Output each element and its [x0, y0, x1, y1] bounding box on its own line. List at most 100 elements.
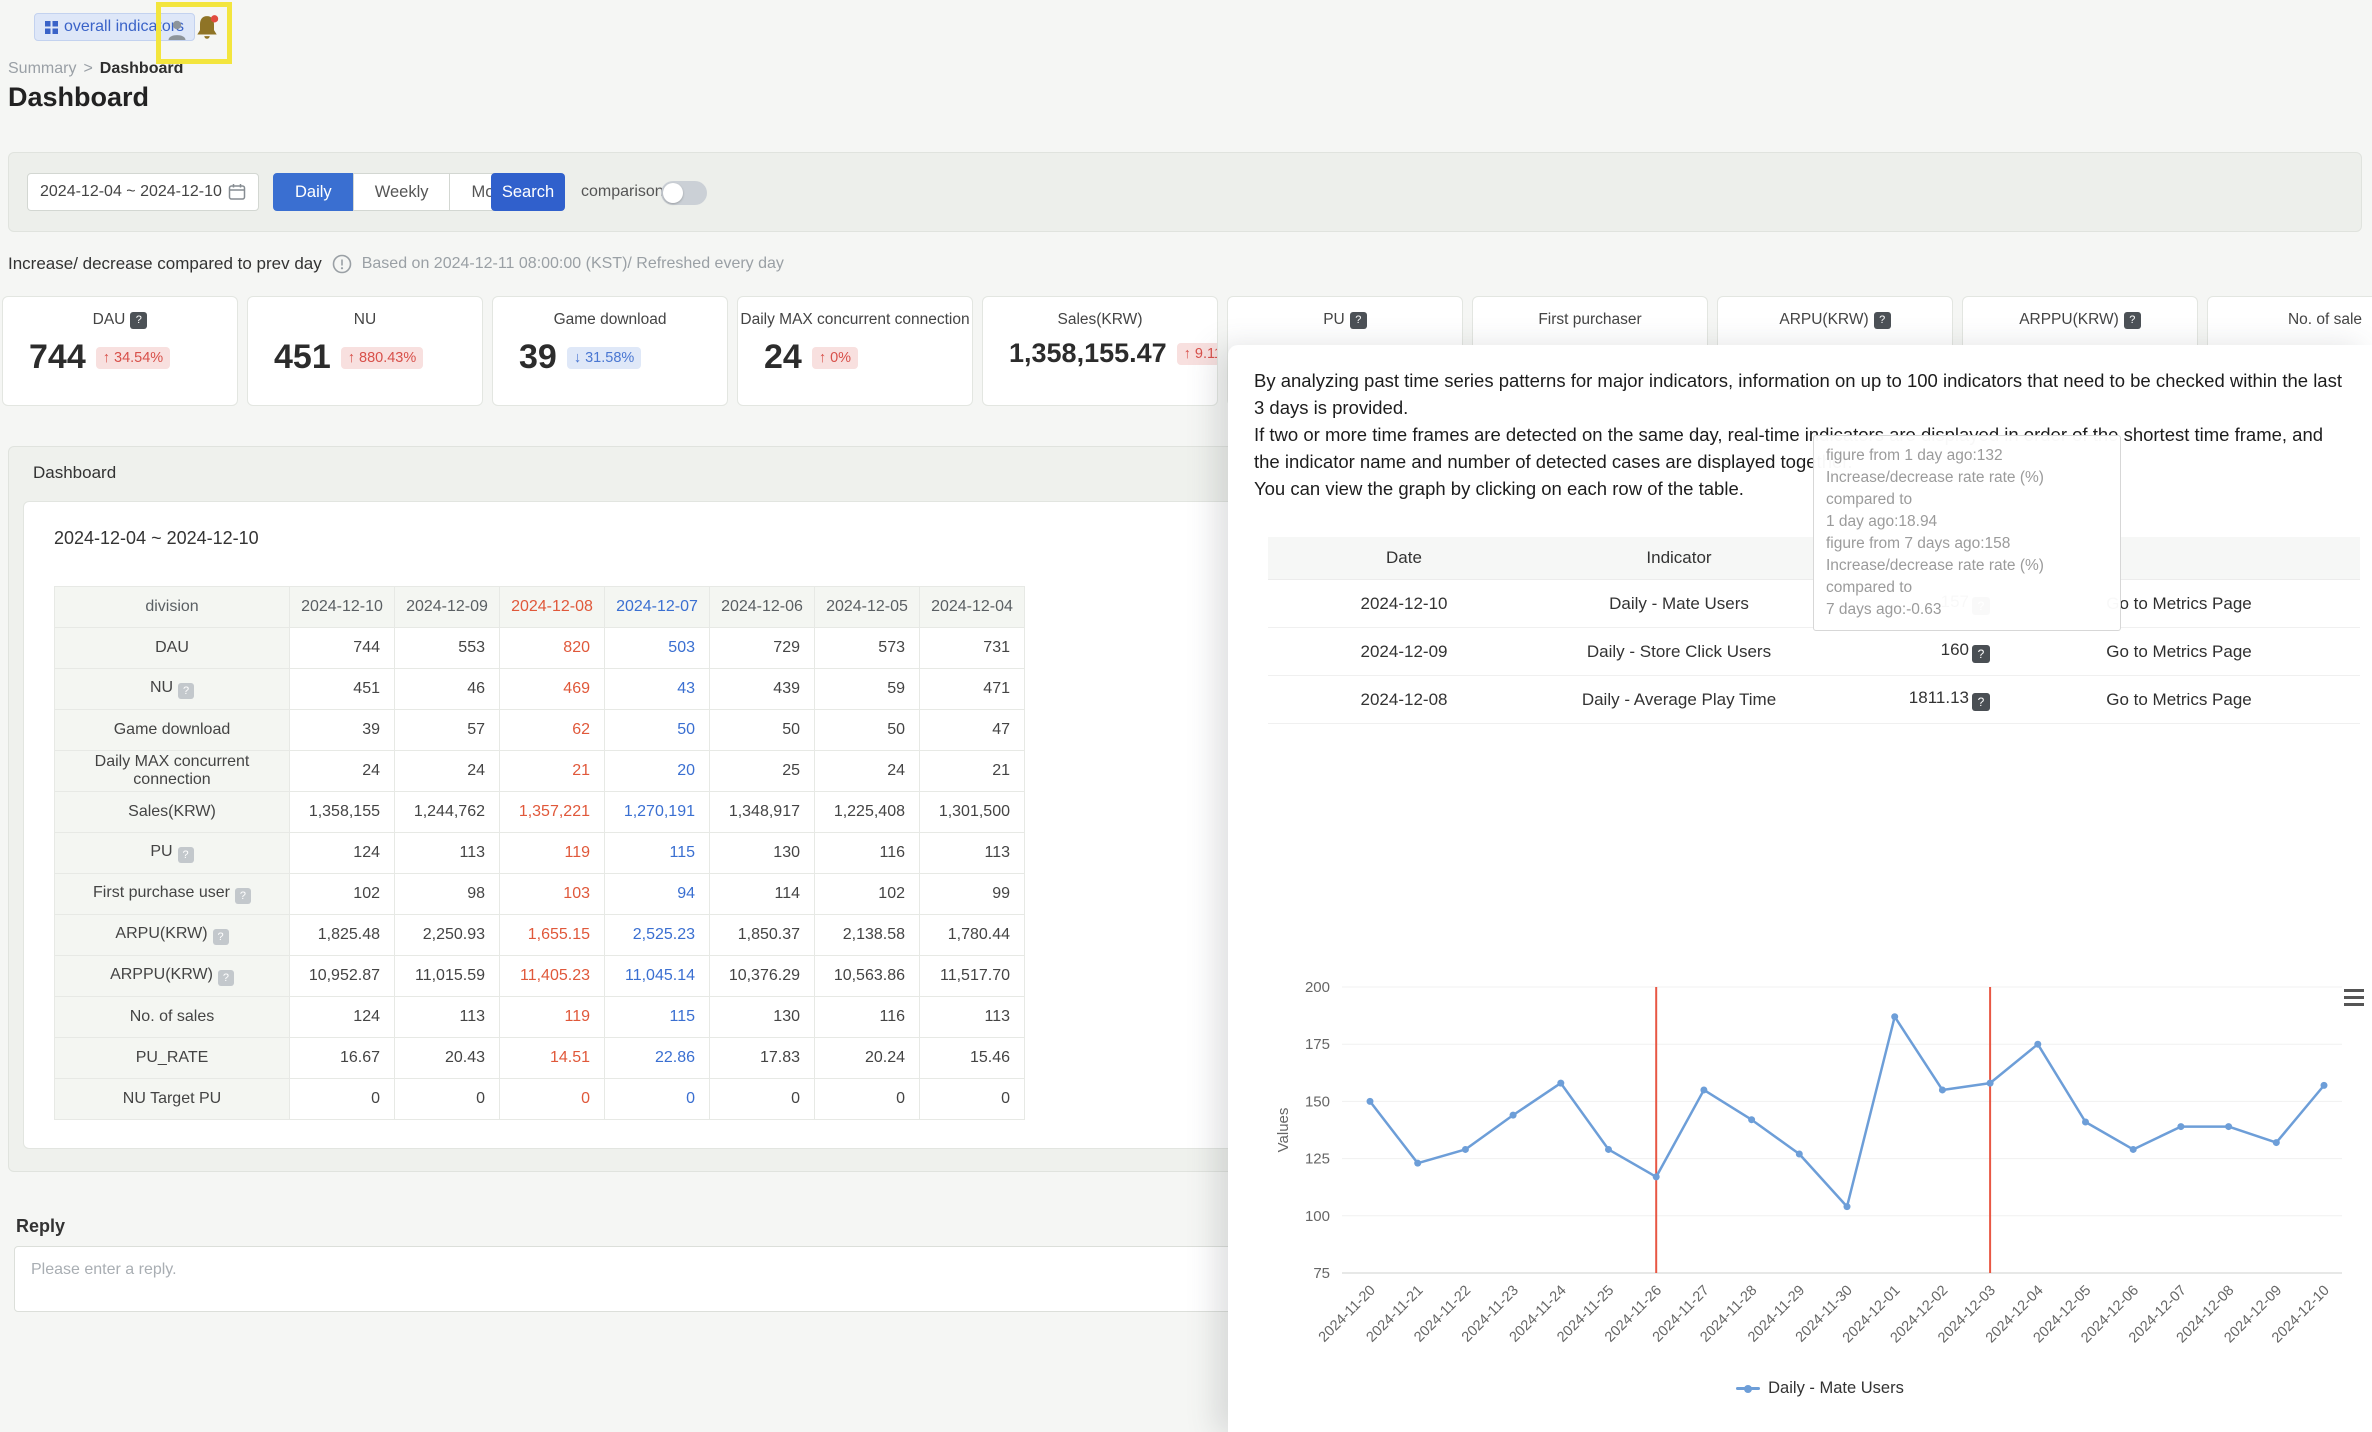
period-weekly-button[interactable]: Weekly	[352, 173, 451, 211]
breadcrumb-summary[interactable]: Summary	[8, 60, 76, 78]
dashboard-page: overall indicators Summary > Dashboard D…	[0, 0, 2372, 1432]
row-label: ARPPU(KRW)?	[54, 955, 290, 997]
kpi-value-row: 24 ↑ 0%	[764, 338, 972, 377]
cell: 20.24	[814, 1037, 920, 1079]
cell: 22.86	[604, 1037, 710, 1079]
period-daily-button[interactable]: Daily	[273, 173, 354, 211]
cell: 439	[709, 668, 815, 710]
anomaly-indicator: Daily - Mate Users	[1540, 579, 1818, 628]
date-range-value: 2024-12-04 ~ 2024-12-10	[40, 183, 222, 200]
help-icon[interactable]: ?	[2123, 311, 2141, 329]
cell: 113	[919, 832, 1025, 874]
cell: 119	[499, 832, 605, 874]
svg-text:150: 150	[1305, 1093, 1330, 1110]
kpi-value-row: 1,358,155.47 ↑ 9.11%	[1009, 338, 1217, 369]
svg-text:175: 175	[1305, 1036, 1330, 1053]
cell: 1,270,191	[604, 791, 710, 833]
anomaly-row[interactable]: 2024-12-09 Daily - Store Click Users 160? G…	[1268, 627, 2360, 676]
help-icon[interactable]: ?	[234, 888, 251, 904]
kpi-label-text: No. of sale	[2287, 311, 2363, 328]
kpi-value-row: 451 ↑ 880.43%	[274, 338, 482, 377]
help-icon[interactable]: ?	[130, 311, 148, 329]
help-icon[interactable]: ?	[1873, 311, 1891, 329]
summary-col-2024-12-10: 2024-12-10	[289, 586, 395, 628]
cell: 1,850.37	[709, 914, 815, 956]
kpi-delta-badge: ↑ 34.54%	[95, 346, 171, 369]
cell: 98	[394, 873, 500, 915]
kpi-value-row: 39 ↓ 31.58%	[519, 338, 727, 377]
row-label: No. of sales	[54, 996, 290, 1038]
row-label: Sales(KRW)	[54, 791, 290, 833]
calendar-icon[interactable]	[228, 183, 246, 201]
svg-text:75: 75	[1313, 1265, 1330, 1282]
kpi-value: 744	[29, 338, 86, 376]
search-button[interactable]: Search	[491, 173, 565, 211]
kpi-label-text: NU	[353, 311, 377, 328]
go-to-metrics-link[interactable]: Go to Metrics Page	[1998, 627, 2360, 676]
cell: 2,525.23	[604, 914, 710, 956]
cell: 25	[709, 750, 815, 792]
svg-text:Values: Values	[1275, 1108, 1292, 1153]
cell: 0	[814, 1078, 920, 1120]
row-label: Game download	[54, 709, 290, 751]
kpi-delta-badge: ↑ 0%	[811, 346, 859, 369]
cell: 50	[709, 709, 815, 751]
help-icon[interactable]: ?	[1349, 311, 1367, 329]
cell: 1,825.48	[289, 914, 395, 956]
kpi-label-text: PU	[1323, 311, 1345, 328]
kpi-card-nu: NU 451 ↑ 880.43%	[247, 296, 483, 406]
summary-row-pu: PU? 124 113 119 115 130 116 113	[54, 832, 1025, 874]
cell: 43	[604, 668, 710, 710]
kpi-label-text: Daily MAX concurrent connection	[740, 311, 970, 328]
svg-text:125: 125	[1305, 1151, 1330, 1168]
tooltip-line: 1 day ago:18.94	[1826, 513, 1938, 530]
go-to-metrics-link[interactable]: Go to Metrics Page	[1998, 675, 2360, 724]
summary-row-nu-target-pu: NU Target PU 0 0 0 0 0 0 0	[54, 1078, 1025, 1120]
line-chart[interactable]: 75100125150175200Values2024-11-202024-11…	[1272, 973, 2368, 1358]
row-label: DAU	[54, 627, 290, 669]
cell: 47	[919, 709, 1025, 751]
help-icon[interactable]: ?	[1972, 693, 1990, 711]
chart-menu-icon[interactable]	[2344, 989, 2364, 1006]
help-icon[interactable]: ?	[177, 847, 194, 863]
comparison-toggle[interactable]	[661, 181, 707, 205]
reply-placeholder: Please enter a reply.	[31, 1261, 177, 1278]
help-icon[interactable]: ?	[178, 683, 195, 699]
kpi-label-text: DAU	[92, 311, 126, 328]
section-title: Dashboard	[33, 463, 117, 482]
summary-col-2024-12-08: 2024-12-08	[499, 586, 605, 628]
anomaly-value: 1811.13?	[1818, 675, 1998, 724]
kpi-label-text: ARPU(KRW)	[1779, 311, 1869, 328]
tooltip-line: 7 days ago:-0.63	[1826, 601, 1942, 618]
cell: 24	[814, 750, 920, 792]
cell: 24	[394, 750, 500, 792]
kpi-label: No. of sale	[2208, 311, 2372, 329]
cell: 744	[289, 627, 395, 669]
chart-legend[interactable]: Daily - Mate Users	[1272, 1379, 2368, 1398]
help-icon[interactable]: ?	[1972, 645, 1990, 663]
summary-row-nu: NU? 451 46 469 43 439 59 471	[54, 668, 1025, 710]
date-range-input[interactable]: 2024-12-04 ~ 2024-12-10	[27, 173, 259, 211]
summary-row-pu-rate: PU_RATE 16.67 20.43 14.51 22.86 17.83 20.24 15.…	[54, 1037, 1025, 1079]
anomaly-row[interactable]: 2024-12-08 Daily - Average Play Time 1811.…	[1268, 675, 2360, 724]
summary-col-2024-12-06: 2024-12-06	[709, 586, 815, 628]
help-icon[interactable]: ?	[217, 970, 234, 986]
cell: 729	[709, 627, 815, 669]
anomaly-indicator: Daily - Store Click Users	[1540, 627, 1818, 676]
cell: 113	[394, 832, 500, 874]
summary-row-arppu-krw: ARPPU(KRW)? 10,952.87 11,015.59 11,405.23 11…	[54, 955, 1025, 997]
help-icon[interactable]: ?	[212, 929, 229, 945]
kpi-value: 24	[764, 338, 802, 376]
anomaly-panel: By analyzing past time series patterns f…	[1228, 345, 2372, 1432]
row-label: PU_RATE	[54, 1037, 290, 1079]
kpi-label-text: Sales(KRW)	[1057, 311, 1143, 328]
info-icon[interactable]	[332, 254, 352, 274]
cell: 103	[499, 873, 605, 915]
breadcrumb-separator-icon: >	[83, 60, 93, 77]
kpi-card-dau: DAU? 744 ↑ 34.54%	[2, 296, 238, 406]
anomaly-date: 2024-12-09	[1268, 627, 1540, 676]
cell: 1,780.44	[919, 914, 1025, 956]
kpi-label-text: ARPPU(KRW)	[2019, 311, 2119, 328]
cell: 130	[709, 996, 815, 1038]
cell: 11,045.14	[604, 955, 710, 997]
